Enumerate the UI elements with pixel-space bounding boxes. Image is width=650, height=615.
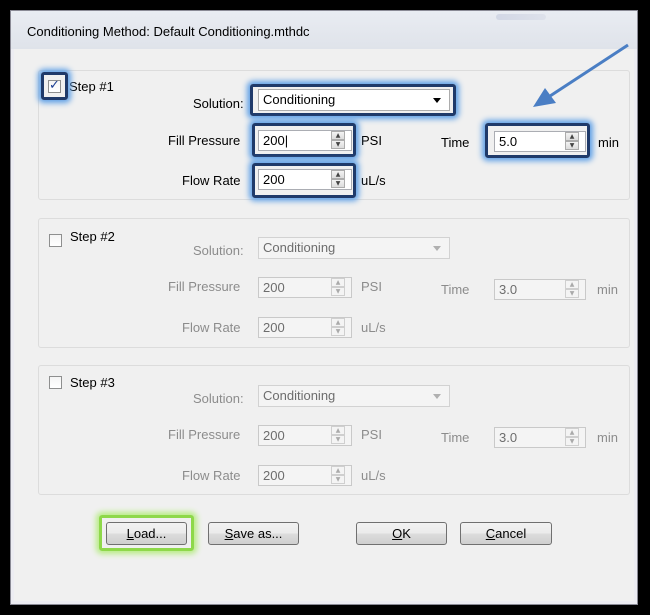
spin-up-icon: ▲ [331, 466, 345, 475]
spin-down-icon: ▼ [331, 327, 345, 336]
step-2-time-spinner[interactable]: ▲ ▼ [565, 280, 581, 299]
annotation-arrow-icon [533, 43, 629, 107]
step-2-time-unit: min [597, 282, 618, 297]
step-1-time-label: Time [441, 135, 470, 150]
spin-up-icon: ▲ [565, 428, 579, 437]
cancel-button[interactable]: Cancel [460, 522, 552, 545]
chevron-down-icon [433, 246, 441, 251]
step-1-pressure-unit: PSI [361, 133, 382, 148]
step-2-time-label: Time [441, 282, 470, 297]
spin-down-icon: ▼ [565, 437, 579, 446]
spin-down-icon: ▼ [565, 289, 579, 298]
dialog-title: Conditioning Method: Default Conditionin… [27, 24, 310, 39]
step-3-solution-label: Solution: [193, 391, 244, 406]
step-2-fill-pressure-spinner[interactable]: ▲ ▼ [331, 278, 347, 297]
spin-up-icon: ▲ [331, 426, 345, 435]
spin-down-icon: ▼ [331, 475, 345, 484]
save-as-button[interactable]: Save as... [208, 522, 299, 545]
highlight-time [485, 123, 590, 158]
step-3-fill-pressure-label: Fill Pressure [168, 427, 241, 442]
step-3-time-label: Time [441, 430, 470, 445]
step-1-flow-rate-label: Flow Rate [182, 173, 241, 188]
step-3-flow-unit: uL/s [361, 468, 386, 483]
step-3-pressure-unit: PSI [361, 427, 382, 442]
highlight-solution-dropdown [250, 84, 456, 116]
load-button[interactable]: Load... [106, 522, 187, 545]
spin-down-icon: ▼ [331, 287, 345, 296]
highlight-step-1-checkbox [41, 72, 68, 100]
step-2-flow-rate-label: Flow Rate [182, 320, 241, 335]
spin-up-icon: ▲ [331, 318, 345, 327]
spin-down-icon: ▼ [331, 435, 345, 444]
step-3-label: Step #3 [70, 375, 115, 390]
spin-up-icon: ▲ [331, 278, 345, 287]
ok-button[interactable]: OK [356, 522, 447, 545]
step-1-time-unit: min [598, 135, 619, 150]
step-1-solution-label: Solution: [193, 96, 244, 111]
step-2-flow-unit: uL/s [361, 320, 386, 335]
step-2-solution-dropdown[interactable]: Conditioning [258, 237, 450, 259]
step-3-flow-rate-spinner[interactable]: ▲ ▼ [331, 466, 347, 485]
step-2-pressure-unit: PSI [361, 279, 382, 294]
step-3-time-unit: min [597, 430, 618, 445]
title-bar-decoration [496, 14, 546, 20]
step-3-checkbox[interactable] [49, 376, 62, 389]
chevron-down-icon [433, 394, 441, 399]
step-1-flow-unit: uL/s [361, 173, 386, 188]
step-2-solution-label: Solution: [193, 243, 244, 258]
spin-up-icon: ▲ [565, 280, 579, 289]
step-3-solution-dropdown[interactable]: Conditioning [258, 385, 450, 407]
step-1-fill-pressure-label: Fill Pressure [168, 133, 241, 148]
step-2-fill-pressure-label: Fill Pressure [168, 279, 241, 294]
step-3-fill-pressure-spinner[interactable]: ▲ ▼ [331, 426, 347, 445]
step-3-flow-rate-label: Flow Rate [182, 468, 241, 483]
step-3-time-spinner[interactable]: ▲ ▼ [565, 428, 581, 447]
highlight-flow-rate [252, 163, 356, 198]
step-2-flow-rate-spinner[interactable]: ▲ ▼ [331, 318, 347, 337]
highlight-fill-pressure [252, 123, 356, 157]
step-1-label: Step #1 [69, 79, 114, 94]
step-2-label: Step #2 [70, 229, 115, 244]
step-2-checkbox[interactable] [49, 234, 62, 247]
